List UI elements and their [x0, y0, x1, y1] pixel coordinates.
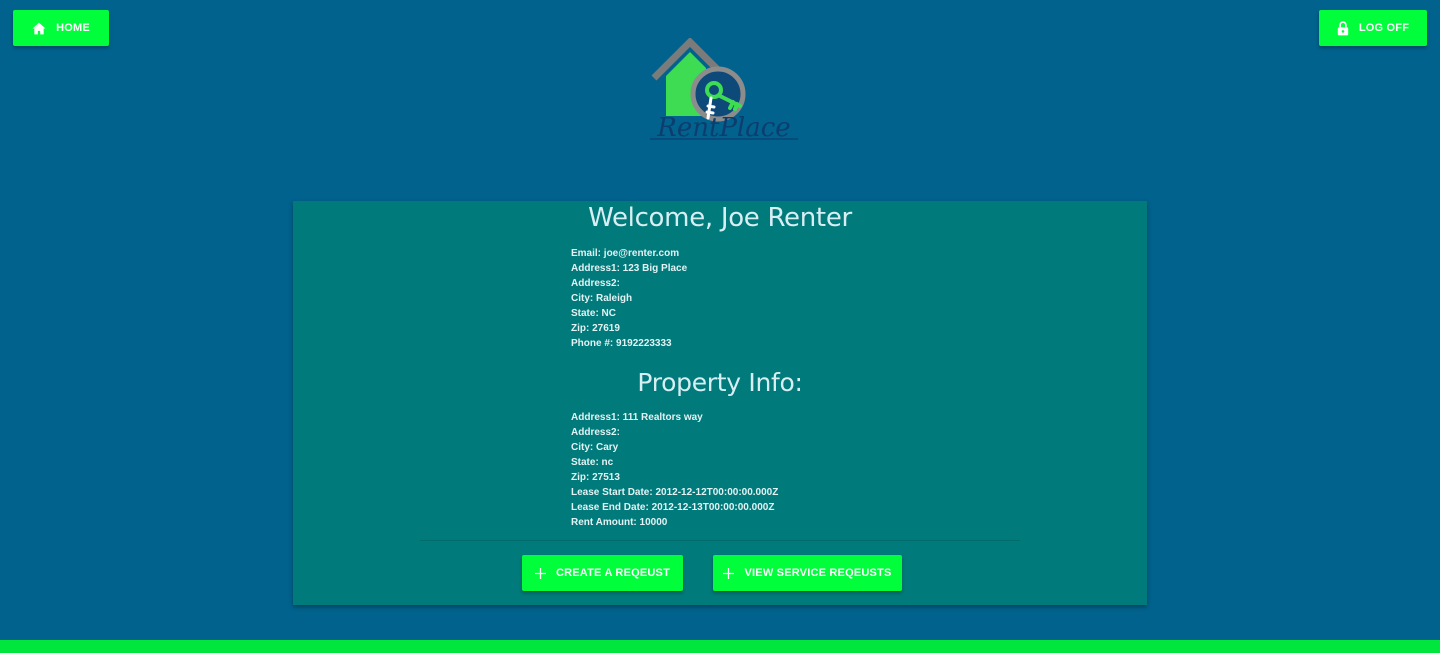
user-address1: Address1: 123 Big Place	[571, 263, 688, 274]
home-icon	[32, 22, 46, 34]
user-city: City: Raleigh	[571, 293, 633, 304]
rentplace-logo: RentPlace	[648, 37, 800, 144]
view-service-requests-label: VIEW SERVICE REQEUSTS	[744, 567, 892, 579]
user-address2: Address2:	[571, 278, 620, 289]
welcome-title: Welcome, Joe Renter	[588, 203, 852, 233]
property-state: State: nc	[571, 457, 614, 468]
user-phone: Phone #: 9192223333	[571, 338, 672, 349]
lock-icon	[1337, 20, 1349, 35]
user-info-list: Email: joe@renter.com Address1: 123 Big …	[571, 246, 687, 351]
user-email: Email: joe@renter.com	[571, 248, 680, 259]
create-request-label: CREATE A REQEUST	[555, 567, 671, 579]
plus-icon	[534, 567, 546, 579]
property-info-list: Address1: 111 Realtors way Address2: Cit…	[571, 410, 778, 530]
home-button[interactable]: HOME	[13, 10, 109, 46]
plus-icon	[723, 567, 735, 579]
property-address1: Address1: 111 Realtors way	[571, 412, 703, 423]
property-city: City: Cary	[571, 442, 619, 453]
user-state: State: NC	[571, 308, 617, 319]
user-zip: Zip: 27619	[571, 323, 620, 334]
rent-amount: Rent Amount: 10000	[571, 517, 668, 528]
footer-bar	[0, 640, 1440, 653]
account-card: Welcome, Joe Renter Email: joe@renter.co…	[293, 201, 1147, 605]
view-service-requests-button[interactable]: VIEW SERVICE REQEUSTS	[713, 555, 902, 591]
log-off-button-label: LOG OFF	[1358, 22, 1410, 34]
card-divider	[420, 540, 1020, 541]
property-zip: Zip: 27513	[571, 472, 620, 483]
property-info-title: Property Info:	[637, 368, 803, 397]
log-off-button[interactable]: LOG OFF	[1319, 10, 1427, 46]
lease-end-date: Lease End Date: 2012-12-13T00:00:00.000Z	[571, 502, 775, 513]
lease-start-date: Lease Start Date: 2012-12-12T00:00:00.00…	[571, 487, 779, 498]
create-request-button[interactable]: CREATE A REQEUST	[522, 555, 683, 591]
property-address2: Address2:	[571, 427, 620, 438]
home-button-label: HOME	[56, 22, 90, 34]
